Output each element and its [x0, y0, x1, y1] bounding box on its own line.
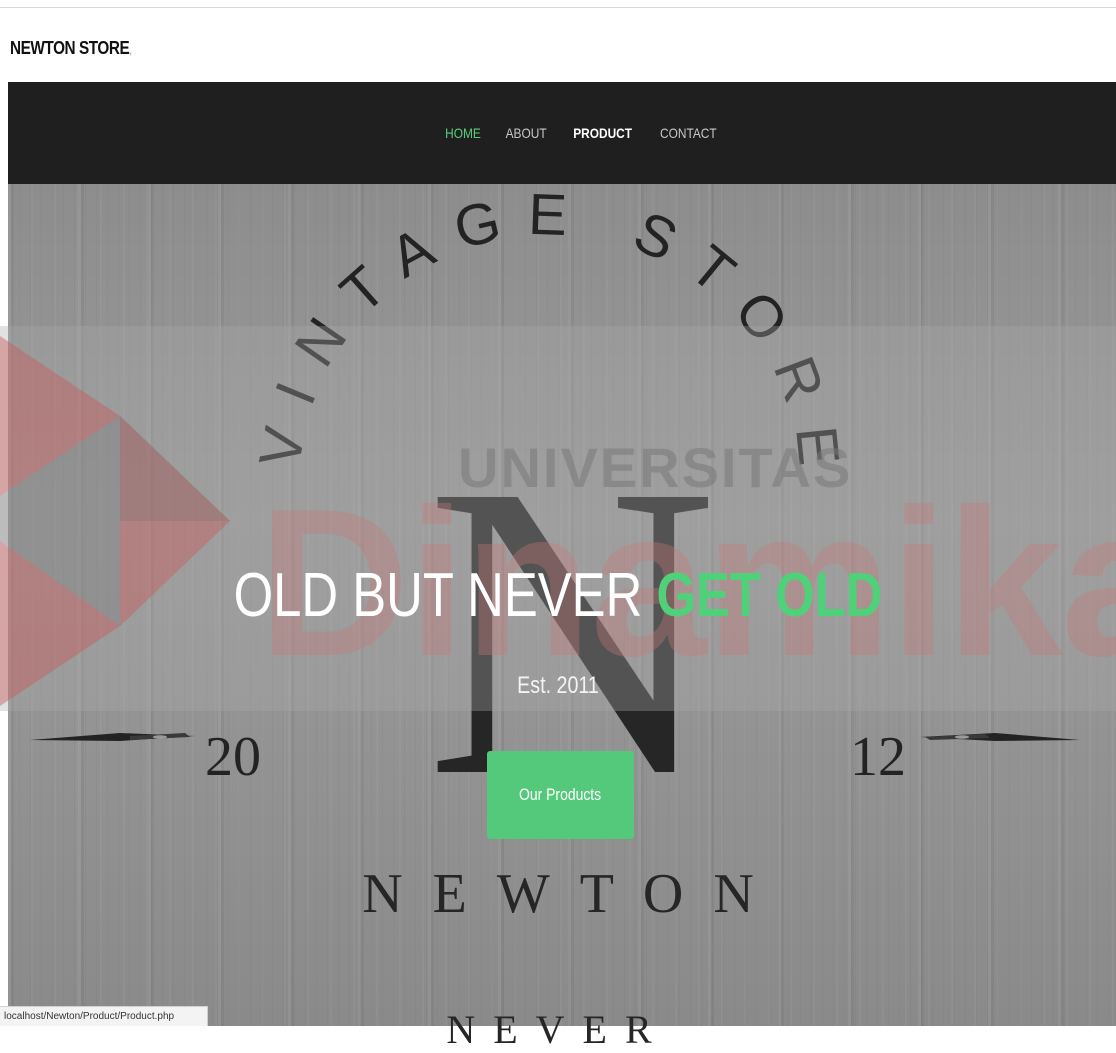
our-products-button[interactable]: Our Products [487, 751, 634, 839]
watermark-logo-icon [0, 336, 230, 706]
hero-established: Est. 2011 [517, 672, 599, 699]
logo-year-right: 12 [850, 726, 906, 788]
logo-year-left: 20 [205, 726, 261, 788]
hero-tagline-accent: GET OLD [656, 561, 883, 630]
our-products-button-label: Our Products [519, 785, 602, 804]
needle-right-icon [920, 733, 1080, 741]
hero-tagline: OLD BUT NEVER GET OLD [100, 560, 1015, 631]
needle-left-icon [30, 733, 195, 741]
logo-brand-word: NEWTON [362, 863, 784, 925]
status-bar-url: localhost/Newton/Product/Product.php [0, 1006, 208, 1026]
hero-tagline-plain: OLD BUT NEVER [233, 561, 657, 630]
